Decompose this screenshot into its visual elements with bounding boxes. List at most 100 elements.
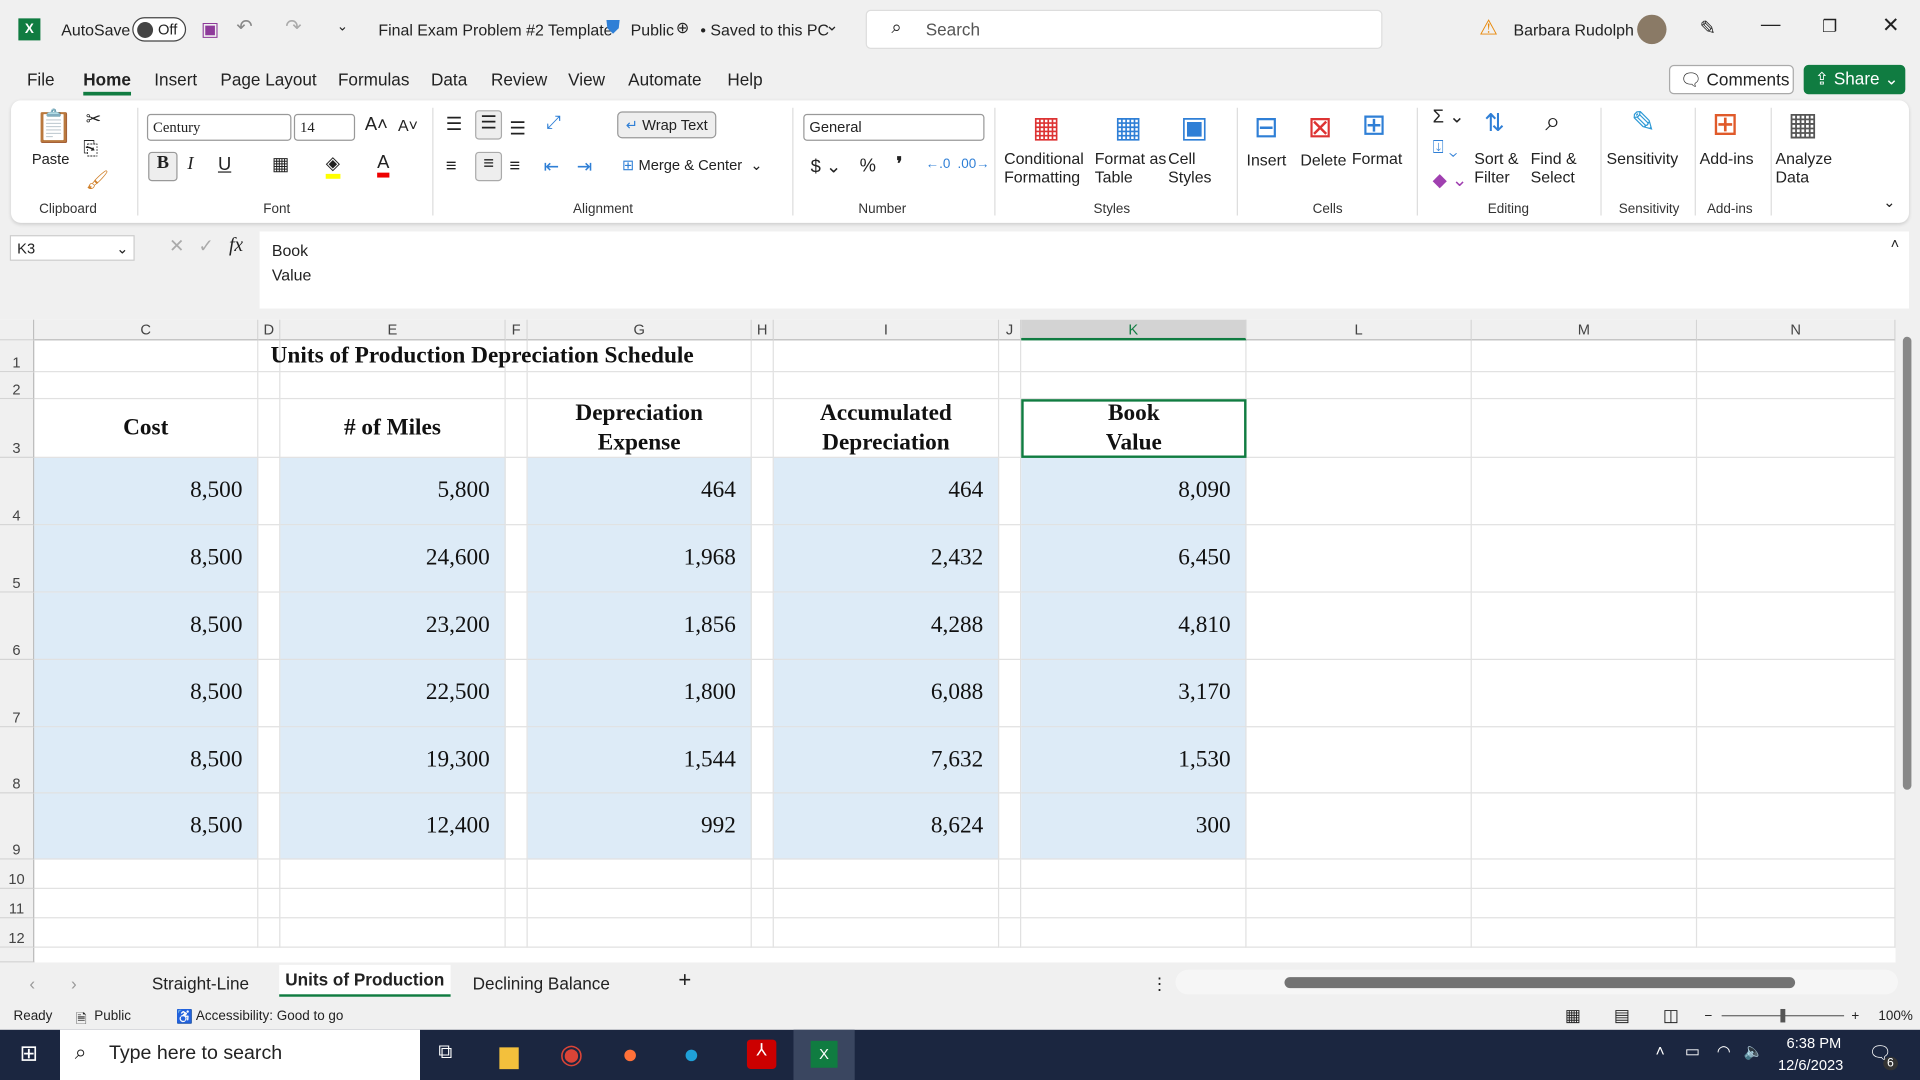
cell-D4[interactable] (258, 457, 281, 526)
cell-L10[interactable] (1246, 859, 1472, 889)
cell-G5[interactable]: 1,968 (527, 525, 752, 593)
cell-J11[interactable] (999, 888, 1022, 919)
row-header-9[interactable]: 9 (0, 793, 35, 860)
horizontal-scroll-thumb[interactable] (1284, 977, 1796, 989)
cell-C4[interactable]: 8,500 (34, 457, 259, 526)
cell-G2[interactable] (527, 372, 752, 400)
restore-icon[interactable]: ❐ (1822, 16, 1837, 37)
column-header-I[interactable]: I (773, 319, 1000, 341)
normal-view-icon[interactable]: ▦ (1565, 1005, 1581, 1026)
cell-J8[interactable] (999, 727, 1022, 794)
row-header-3[interactable]: 3 (0, 399, 35, 458)
cell-M10[interactable] (1471, 859, 1698, 889)
cell-I1[interactable] (773, 340, 1000, 373)
collapse-formula-icon[interactable]: ˄ (1891, 235, 1900, 252)
cell-E2[interactable] (280, 372, 506, 400)
autosum-icon[interactable]: Σ ⌄ (1433, 105, 1465, 128)
sort-filter-icon[interactable]: ⇅ (1484, 108, 1505, 139)
status-public[interactable]: Public (94, 1009, 131, 1024)
column-header-M[interactable]: M (1471, 319, 1698, 341)
underline-button[interactable]: U (218, 154, 231, 175)
insert-cells-icon[interactable]: ⊟ (1254, 110, 1279, 146)
cell-K6[interactable]: 4,810 (1021, 592, 1247, 661)
cell-I2[interactable] (773, 372, 1000, 400)
cell-C9[interactable]: 8,500 (34, 793, 259, 860)
conditional-formatting-button[interactable]: Conditional Formatting (1004, 149, 1092, 186)
cell-G10[interactable] (527, 859, 752, 889)
sensitivity-label[interactable]: Public (631, 21, 674, 39)
cell-M5[interactable] (1471, 525, 1698, 593)
find-select-icon[interactable]: ⌕ (1545, 105, 1560, 137)
column-header-F[interactable]: F (505, 319, 528, 341)
cell-H5[interactable] (751, 525, 774, 593)
cell-E7[interactable]: 22,500 (280, 660, 506, 728)
add-sheet-icon[interactable]: + (678, 967, 691, 993)
cell-F5[interactable] (505, 525, 528, 593)
cell-I6[interactable]: 4,288 (773, 592, 1000, 661)
cell-E9[interactable]: 12,400 (280, 793, 506, 860)
collapse-ribbon-icon[interactable]: ⌄ (1883, 193, 1895, 210)
cell-C1[interactable] (34, 340, 259, 373)
align-middle-icon[interactable]: ☰ (475, 110, 503, 140)
cell-C10[interactable] (34, 859, 259, 889)
cell-E11[interactable] (280, 888, 506, 919)
cell-F2[interactable] (505, 372, 528, 400)
redo-icon[interactable]: ↷ (285, 15, 301, 39)
tray-chevron-icon[interactable]: ˄ (1656, 1042, 1665, 1060)
cell-E3[interactable]: # of Miles (280, 399, 506, 458)
cell-N9[interactable] (1697, 793, 1896, 860)
cell-F12[interactable] (505, 918, 528, 948)
cell-F9[interactable] (505, 793, 528, 860)
task-view-icon[interactable]: ⧉ (438, 1042, 452, 1064)
fill-icon[interactable]: ⍗ ⌄ (1433, 137, 1458, 158)
user-name[interactable]: Barbara Rudolph (1513, 21, 1633, 39)
undo-icon[interactable]: ↶ (236, 15, 252, 39)
tab-formulas[interactable]: Formulas (338, 70, 409, 90)
tab-home[interactable]: Home (83, 70, 131, 96)
cell-J12[interactable] (999, 918, 1022, 948)
cell-N5[interactable] (1697, 525, 1896, 593)
wifi-icon[interactable]: ◠ (1717, 1042, 1731, 1062)
conditional-formatting-icon[interactable]: ▦ (1032, 110, 1060, 146)
cell-J5[interactable] (999, 525, 1022, 593)
cell-H9[interactable] (751, 793, 774, 860)
cell-H11[interactable] (751, 888, 774, 919)
cell-N12[interactable] (1697, 918, 1896, 948)
cell-J7[interactable] (999, 660, 1022, 728)
decrease-decimal-icon[interactable]: .00→ (958, 157, 990, 172)
cell-L9[interactable] (1246, 793, 1472, 860)
column-header-J[interactable]: J (999, 319, 1022, 341)
chrome-icon[interactable]: ◉ (560, 1038, 584, 1070)
enter-icon[interactable]: ✓ (198, 235, 213, 257)
font-color-icon[interactable]: A (377, 152, 390, 178)
cell-L2[interactable] (1246, 372, 1472, 400)
warning-icon[interactable]: ⚠ (1479, 16, 1498, 40)
cell-E4[interactable]: 5,800 (280, 457, 506, 526)
cell-J4[interactable] (999, 457, 1022, 526)
file-explorer-icon[interactable]: ▆ (500, 1040, 519, 1071)
wrap-text-button[interactable]: ↵ Wrap Text (617, 111, 717, 139)
acrobat-icon[interactable]: ⅄ (746, 1039, 777, 1069)
insert-function-button[interactable]: fx (229, 235, 243, 257)
cell-D7[interactable] (258, 660, 281, 728)
cell-K5[interactable]: 6,450 (1021, 525, 1247, 593)
cell-G6[interactable]: 1,856 (527, 592, 752, 661)
cell-J1[interactable] (999, 340, 1022, 373)
tab-file[interactable]: File (27, 70, 55, 90)
cell-D10[interactable] (258, 859, 281, 889)
cell-D5[interactable] (258, 525, 281, 593)
column-header-C[interactable]: C (34, 319, 259, 341)
row-header-1[interactable]: 1 (0, 340, 35, 373)
cell-D11[interactable] (258, 888, 281, 919)
align-top-icon[interactable]: ☰ (446, 113, 462, 135)
row-header-4[interactable]: 4 (0, 457, 35, 526)
cell-E8[interactable]: 19,300 (280, 727, 506, 794)
italic-button[interactable]: I (187, 154, 193, 175)
sheet-tab-declining-balance[interactable]: Declining Balance (473, 973, 610, 993)
zoom-in-icon[interactable]: + (1851, 1009, 1859, 1024)
cell-K12[interactable] (1021, 918, 1247, 948)
search-box[interactable]: ⌕ Search (865, 9, 1383, 49)
clock-time[interactable]: 6:38 PM (1787, 1035, 1842, 1052)
tab-review[interactable]: Review (491, 70, 547, 90)
avatar[interactable] (1637, 14, 1667, 45)
